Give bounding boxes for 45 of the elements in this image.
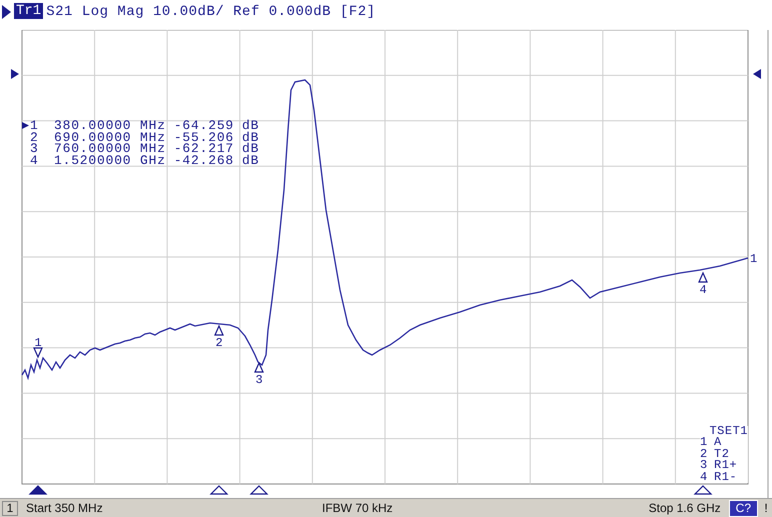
marker-triangle-icon [33,347,43,358]
start-frequency: Start 350 MHz [26,501,104,515]
marker-unit: dB [242,143,260,156]
marker-value: -55.206 [174,132,234,144]
tset-index: 1 [700,437,709,449]
marker-number: 4 [30,155,39,167]
alert-indicator: ! [763,501,769,515]
marker-value: -64.259 [174,120,234,132]
marker-triangle-icon [698,272,708,283]
tset-name: T2 [714,448,730,460]
marker-unit: dB [242,155,260,167]
tset-index: 4 [700,472,709,484]
trace-badge[interactable]: Tr1 [14,3,44,19]
marker-unit: dB [242,132,260,144]
marker-number: 1 [30,120,39,132]
tset-name: R1- [714,472,738,484]
reference-level-icon [753,69,761,79]
marker-number: 3 [30,143,39,156]
trace-end-label: 1 [750,252,758,266]
marker-value: -42.268 [174,155,234,167]
marker-frequency: 1.5200000 GHz [54,155,166,167]
ifbw-readout: IFBW 70 kHz [322,501,394,515]
marker-frequency: 380.00000 MHz [54,120,166,132]
tset-index: 3 [700,460,709,472]
trace-pointer-icon [2,5,11,19]
calibration-indicator: C? [728,500,758,516]
marker-value: -62.217 [174,143,234,156]
tset-index: 2 [700,448,709,460]
tset-name: A [714,437,722,449]
tset-title: TSET1 [708,426,748,438]
stop-frequency: Stop 1.6 GHz [648,501,721,515]
marker-frequency: 690.00000 MHz [54,132,166,144]
reference-level-icon [11,69,19,79]
marker-label: 3 [256,373,263,387]
marker-triangle-icon [214,324,224,336]
tset-name: R1+ [714,460,738,472]
marker-label: 2 [216,336,223,350]
marker-label: 1 [34,336,42,350]
marker-frequency: 760.00000 MHz [54,143,166,156]
trace-title: S21 Log Mag 10.00dB/ Ref 0.000dB [F2] [46,3,376,21]
marker-triangle-icon [254,362,264,373]
marker-label: 4 [700,283,707,297]
channel-number: 1 [2,500,18,516]
marker-number: 2 [30,132,39,144]
marker-unit: dB [242,120,260,132]
